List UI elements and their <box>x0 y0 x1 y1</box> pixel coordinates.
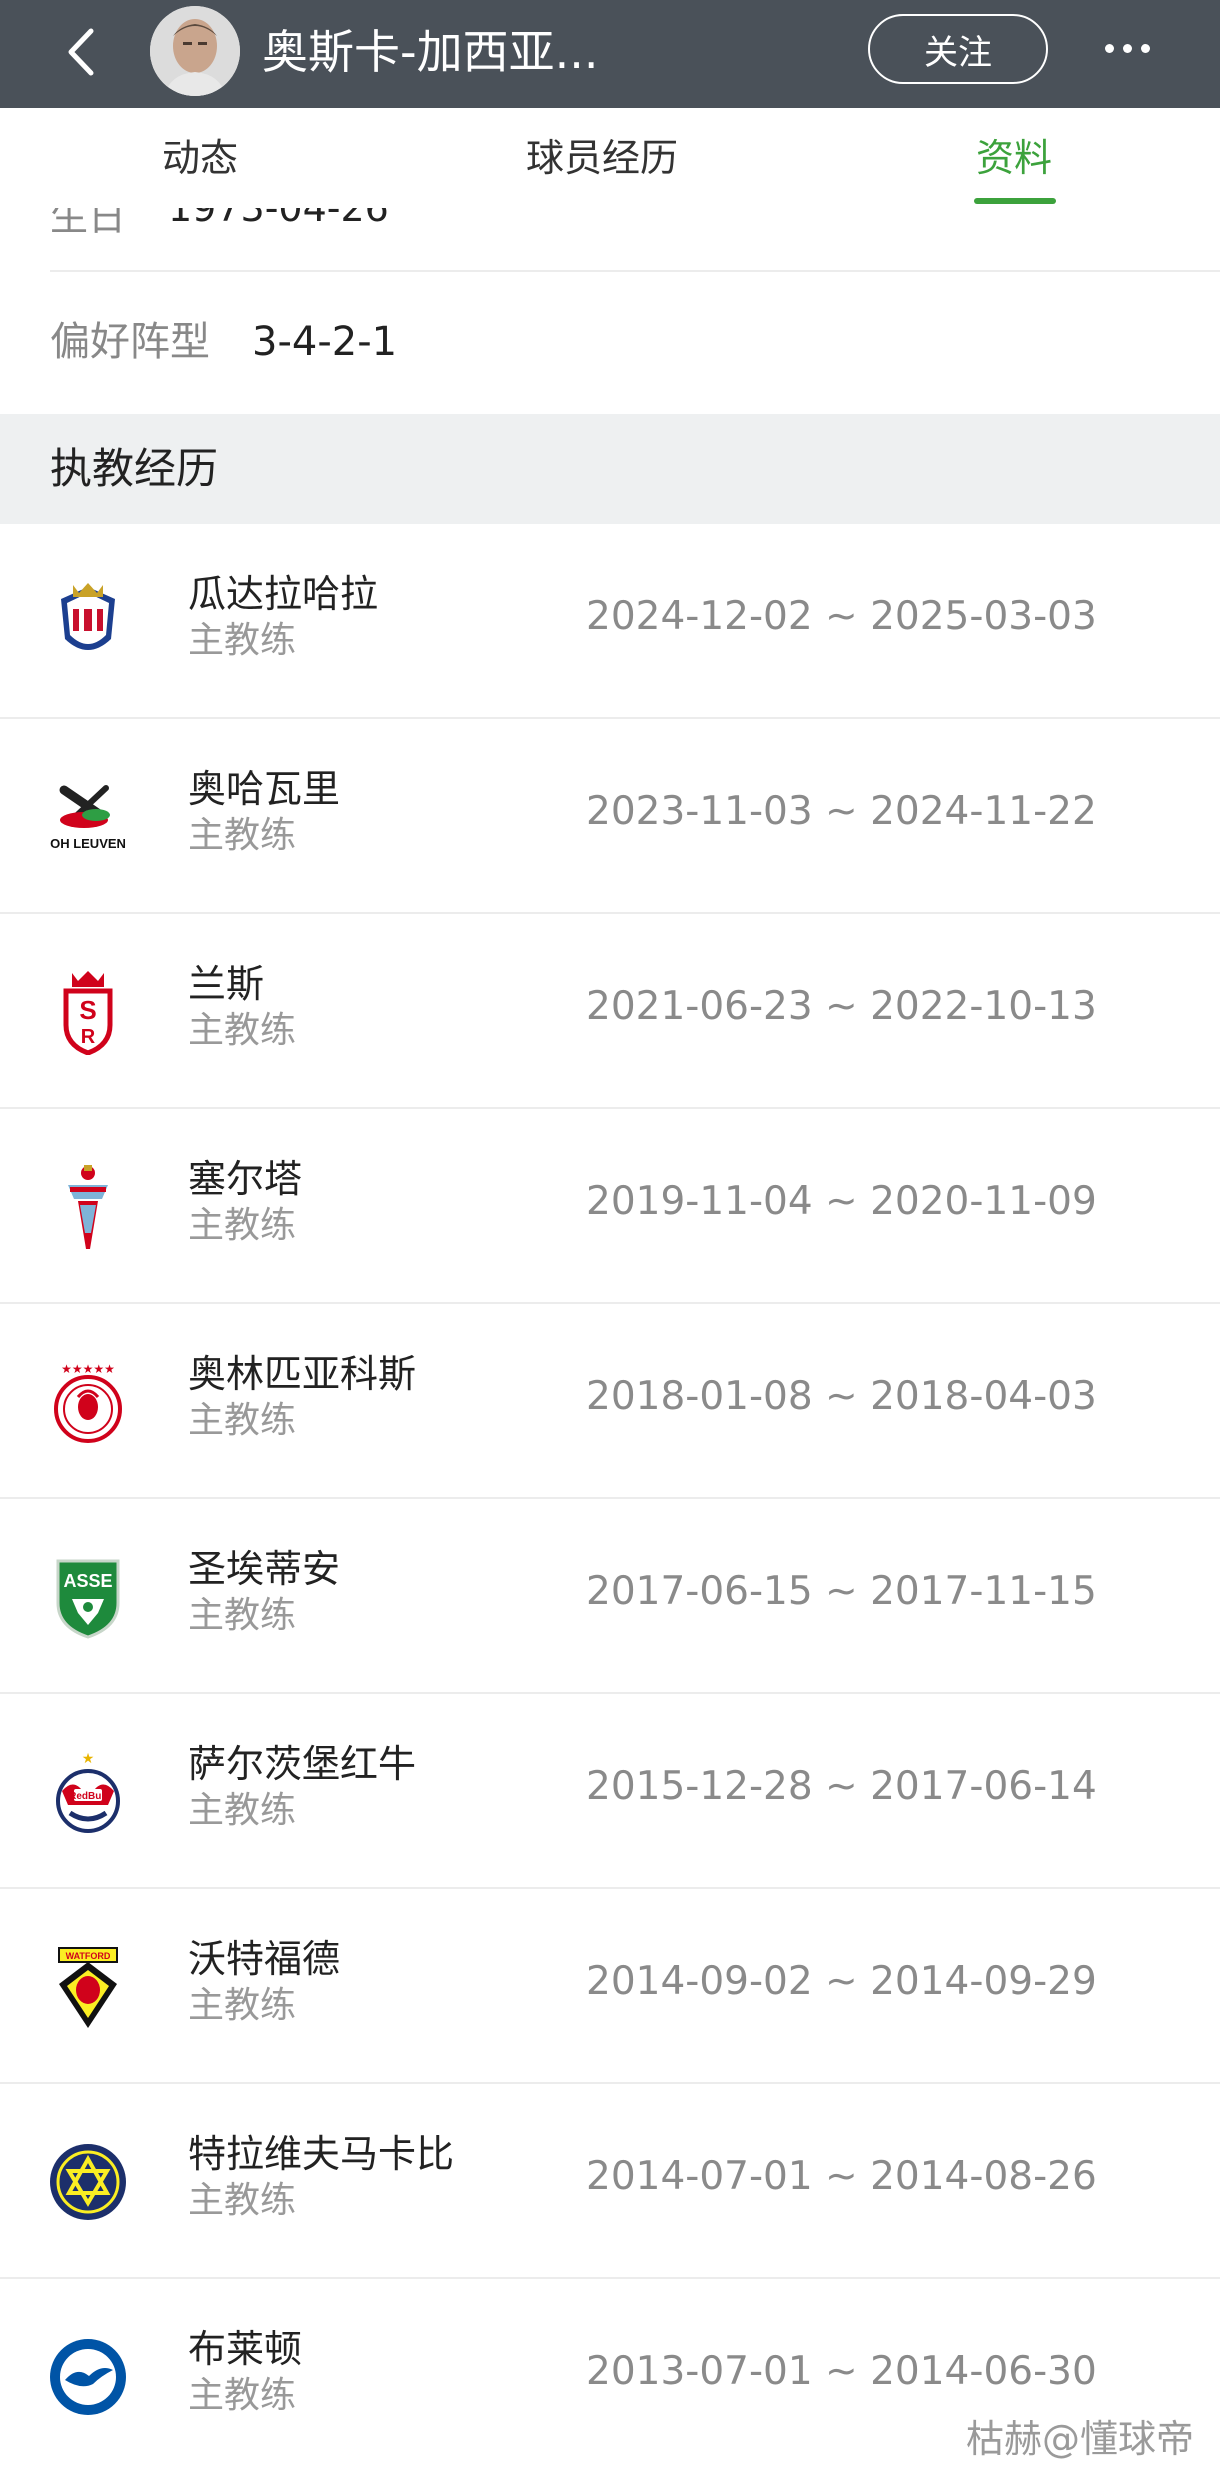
club-name: 布莱顿 <box>188 2327 303 2371</box>
brighton-badge-icon <box>44 2333 132 2421</box>
birthday-row: 生日 1973-04-26 <box>0 208 1220 272</box>
role: 主教练 <box>188 1010 297 1051</box>
tenure-dates: 2024-12-02 ~ 2025-03-03 <box>586 594 1097 639</box>
saint-etienne-badge-icon: ASSE <box>44 1553 132 1641</box>
chivas-badge-icon <box>44 578 132 666</box>
section-title: 执教经历 <box>50 444 219 493</box>
active-tab-indicator <box>974 198 1056 204</box>
avatar-portrait <box>150 6 240 96</box>
club-name: 塞尔塔 <box>188 1157 303 1201</box>
back-arrow-icon <box>68 28 94 76</box>
tenure-dates: 2017-06-15 ~ 2017-11-15 <box>586 1569 1097 1614</box>
watermark: 枯赫@懂球帝 <box>966 2417 1195 2461</box>
club-name: 奥林匹亚科斯 <box>188 1352 417 1396</box>
tenure-dates: 2014-07-01 ~ 2014-08-26 <box>586 2154 1097 2199</box>
list-item[interactable]: ★★★★★ 奥林匹亚科斯 主教练 2018-01-08 ~ 2018-04-03 <box>0 1304 1220 1499</box>
avatar[interactable] <box>150 6 240 96</box>
club-name: 圣埃蒂安 <box>188 1547 341 1591</box>
tab-bar: 动态 球员经历 资料 <box>0 108 1220 208</box>
role: 主教练 <box>188 1790 297 1831</box>
svg-text:★: ★ <box>82 1751 95 1767</box>
tenure-dates: 2023-11-03 ~ 2024-11-22 <box>586 789 1097 834</box>
role: 主教练 <box>188 1205 297 1246</box>
list-item[interactable]: OH LEUVEN 奥哈瓦里 主教练 2023-11-03 ~ 2024-11-… <box>0 719 1220 914</box>
club-name: 奥哈瓦里 <box>188 767 341 811</box>
list-item[interactable]: S R 兰斯 主教练 2021-06-23 ~ 2022-10-13 <box>0 914 1220 1109</box>
back-button[interactable] <box>50 22 110 82</box>
logo-text: ASSE <box>63 1571 112 1591</box>
tenure-dates: 2014-09-02 ~ 2014-09-29 <box>586 1959 1097 2004</box>
coaching-history-header: 执教经历 <box>0 414 1220 524</box>
role: 主教练 <box>188 1985 297 2026</box>
club-name: 特拉维夫马卡比 <box>188 2132 455 2176</box>
tenure-dates: 2013-07-01 ~ 2014-06-30 <box>586 2349 1097 2394</box>
role: 主教练 <box>188 1400 297 1441</box>
olympiacos-badge-icon: ★★★★★ <box>44 1358 132 1446</box>
role: 主教练 <box>188 1595 297 1636</box>
tenure-dates: 2015-12-28 ~ 2017-06-14 <box>586 1764 1097 1809</box>
oh-leuven-badge-icon: OH LEUVEN <box>44 773 132 861</box>
role: 主教练 <box>188 620 297 661</box>
birthday-value: 1973-04-26 <box>168 208 389 230</box>
list-item[interactable]: 特拉维夫马卡比 主教练 2014-07-01 ~ 2014-08-26 <box>0 2084 1220 2279</box>
divider <box>50 270 1220 272</box>
follow-button[interactable]: 关注 <box>868 14 1048 84</box>
tenure-dates: 2019-11-04 ~ 2020-11-09 <box>586 1179 1097 1224</box>
list-item[interactable]: 瓜达拉哈拉 主教练 2024-12-02 ~ 2025-03-03 <box>0 524 1220 719</box>
list-item[interactable]: ASSE 圣埃蒂安 主教练 2017-06-15 ~ 2017-11-15 <box>0 1499 1220 1694</box>
list-item[interactable]: ★ RedBull 萨尔茨堡红牛 主教练 2015-12-28 ~ 2017-0… <box>0 1694 1220 1889</box>
club-name: 兰斯 <box>188 962 265 1006</box>
watford-badge-icon: WATFORD <box>44 1943 132 2031</box>
list-item[interactable]: WATFORD 沃特福德 主教练 2014-09-02 ~ 2014-09-29 <box>0 1889 1220 2084</box>
salzburg-badge-icon: ★ RedBull <box>44 1748 132 1836</box>
role: 主教练 <box>188 2180 297 2221</box>
svg-text:R: R <box>81 1026 96 1048</box>
reims-badge-icon: S R <box>44 968 132 1056</box>
club-name: 沃特福德 <box>188 1937 341 1981</box>
role: 主教练 <box>188 2375 297 2416</box>
page-title: 奥斯卡-加西亚... <box>262 25 599 79</box>
formation-value: 3-4-2-1 <box>252 319 398 365</box>
svg-text:S: S <box>79 995 96 1025</box>
tenure-dates: 2021-06-23 ~ 2022-10-13 <box>586 984 1097 1029</box>
role: 主教练 <box>188 815 297 856</box>
svg-text:WATFORD: WATFORD <box>66 1951 111 1961</box>
tenure-dates: 2018-01-08 ~ 2018-04-03 <box>586 1374 1097 1419</box>
svg-text:★★★★★: ★★★★★ <box>61 1362 115 1376</box>
tab-dynamics[interactable]: 动态 <box>162 130 238 186</box>
tab-profile[interactable]: 资料 <box>976 130 1052 186</box>
maccabi-tel-aviv-badge-icon <box>44 2138 132 2226</box>
celta-badge-icon <box>44 1163 132 1251</box>
formation-label: 偏好阵型 <box>50 319 210 365</box>
birthday-label: 生日 <box>50 208 127 239</box>
list-item[interactable]: 塞尔塔 主教练 2019-11-04 ~ 2020-11-09 <box>0 1109 1220 1304</box>
tab-player-career[interactable]: 球员经历 <box>526 130 678 186</box>
top-bar: 奥斯卡-加西亚... 关注 <box>0 0 1220 108</box>
club-name: 萨尔茨堡红牛 <box>188 1742 417 1786</box>
more-dots-icon[interactable] <box>1092 28 1162 68</box>
club-name: 瓜达拉哈拉 <box>188 572 379 616</box>
svg-text:RedBull: RedBull <box>69 1791 107 1802</box>
logo-text: OH LEUVEN <box>50 836 126 851</box>
